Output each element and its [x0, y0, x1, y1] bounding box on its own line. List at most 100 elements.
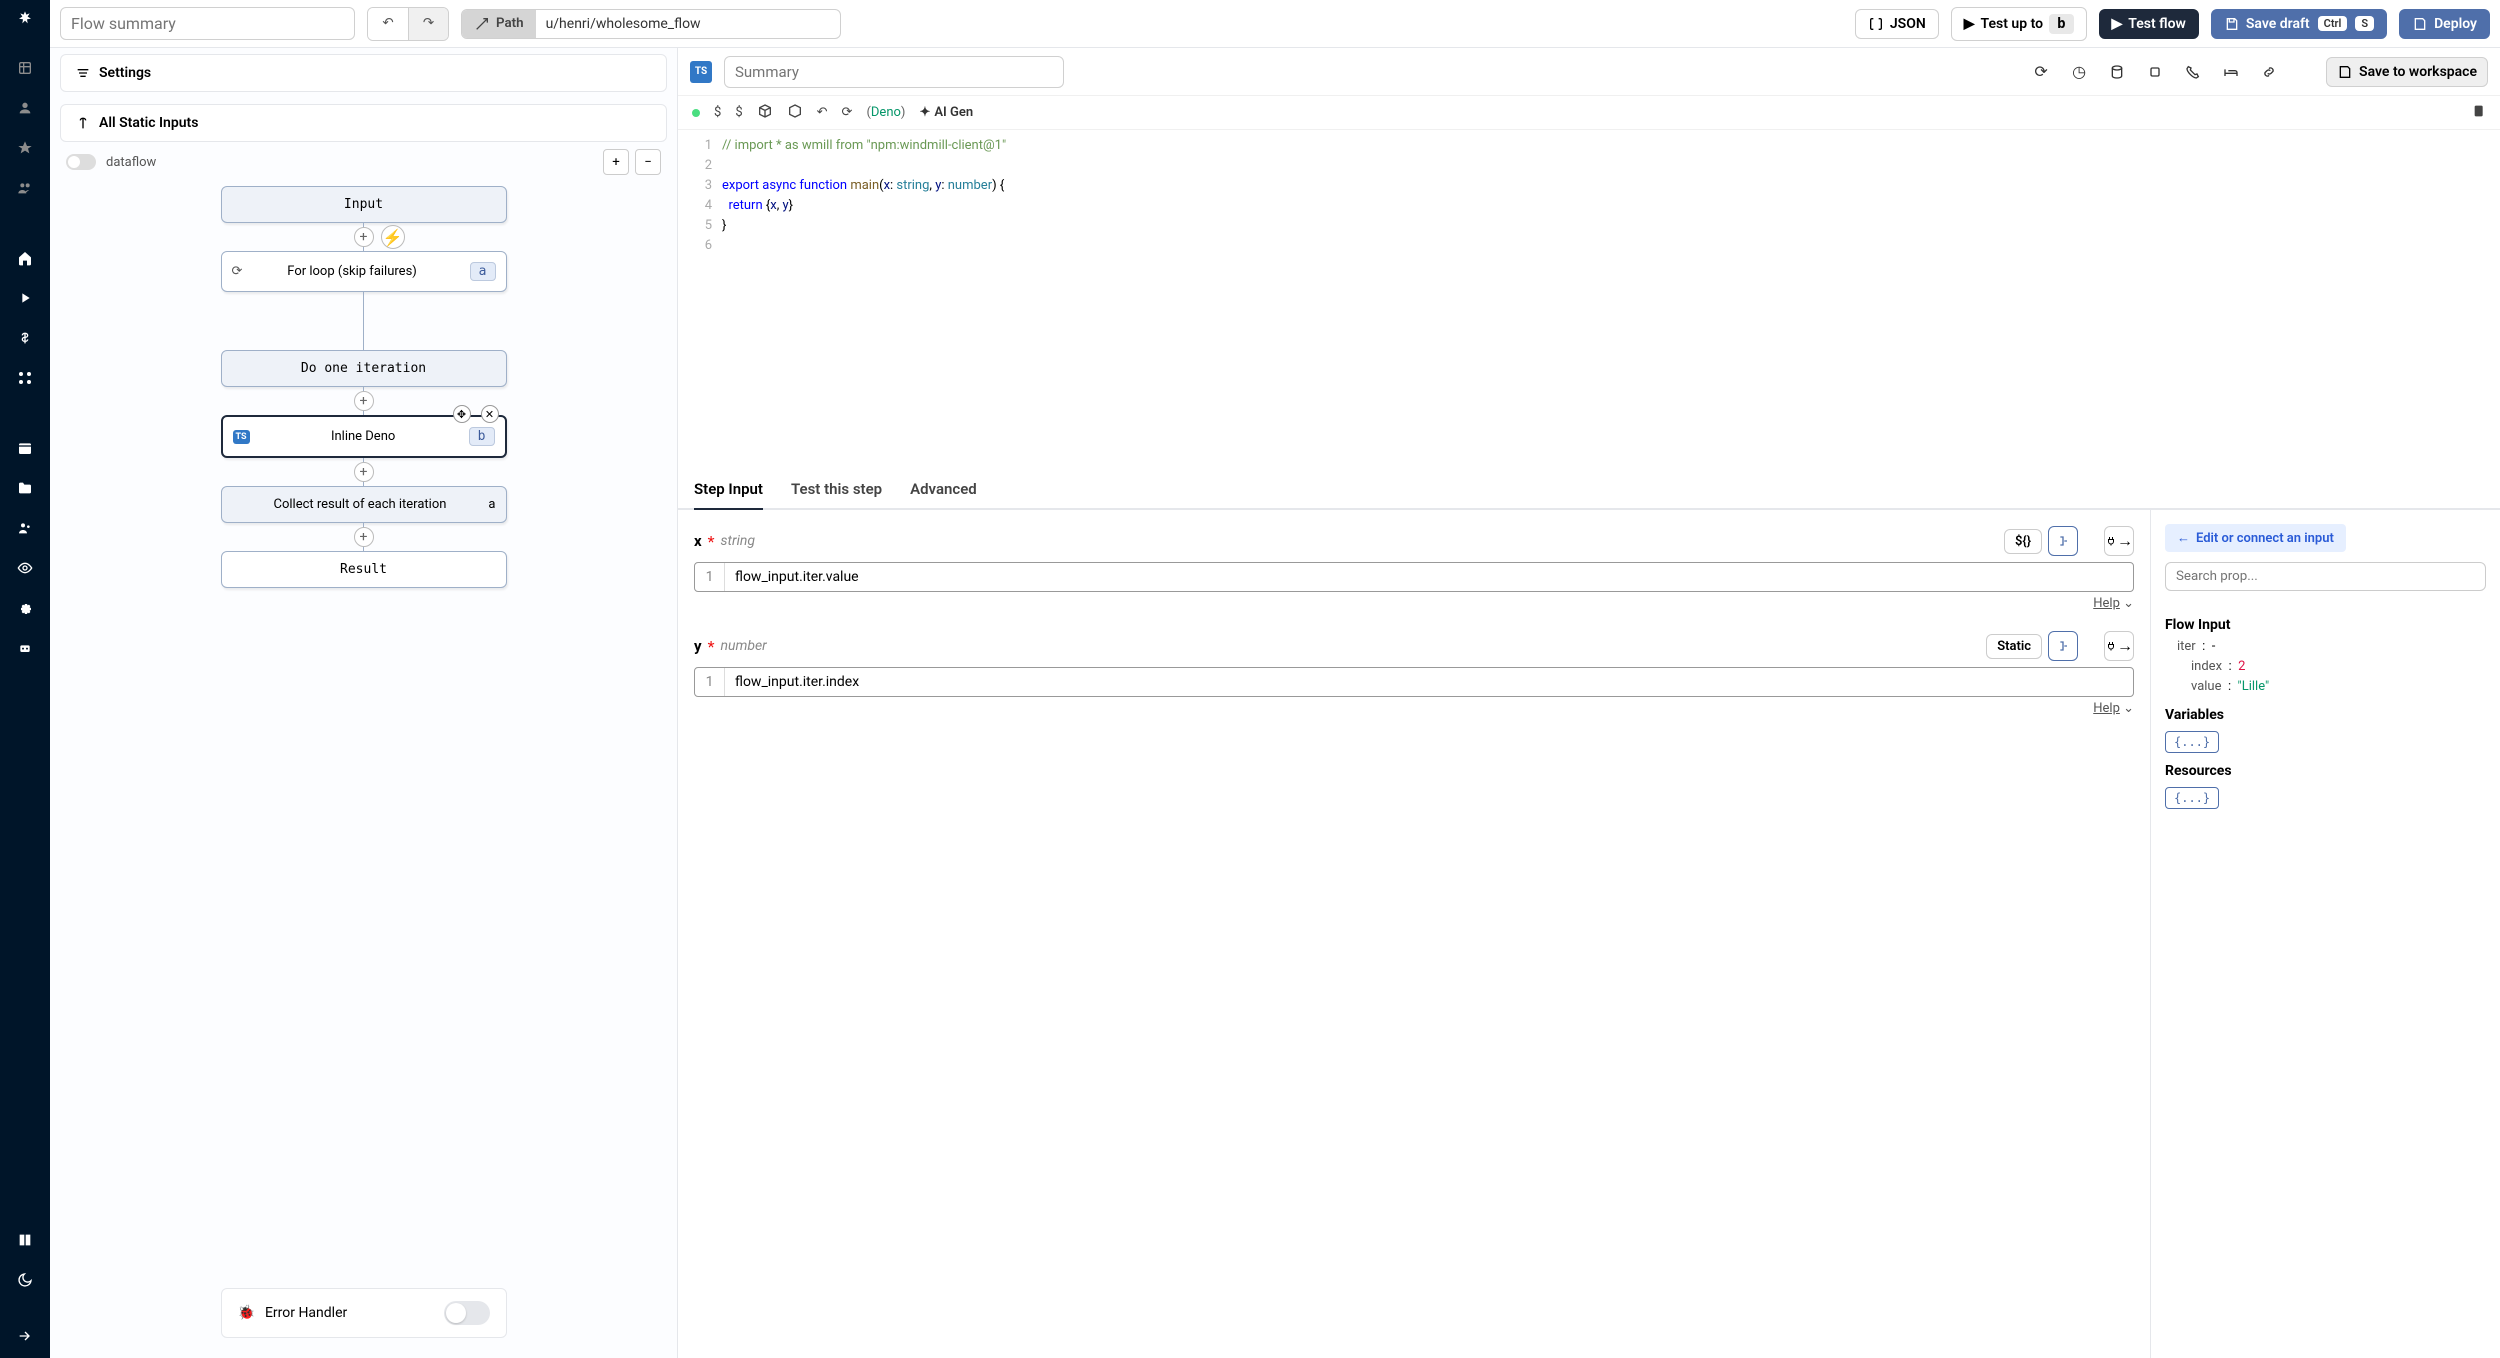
dataflow-toggle[interactable] [66, 154, 96, 170]
redo-button[interactable]: ↷ [408, 8, 448, 40]
code-editor[interactable]: 123456 // import * as wmill from "npm:wi… [678, 130, 2500, 470]
nav-robot-icon[interactable] [1, 630, 49, 666]
refresh-icon[interactable]: ⟳ [2028, 59, 2054, 85]
editor-toolbar: $ $ ↶ ⟳ (Deno) ✦ AI Gen [678, 96, 2500, 130]
cube-icon[interactable] [757, 103, 773, 123]
zoom-out-button[interactable]: − [635, 149, 661, 175]
input-x-value[interactable]: 1 flow_input.iter.value [694, 562, 2134, 592]
nav-gear-icon[interactable] [1, 590, 49, 626]
undo-button[interactable]: ↶ [368, 8, 408, 40]
node-collect-result[interactable]: Collect result of each iteration a [221, 486, 507, 523]
nav-user-icon[interactable] [1, 90, 49, 126]
resources-expand-button[interactable]: {...} [2165, 787, 2219, 809]
node-result[interactable]: Result [221, 551, 507, 588]
dollar-icon[interactable]: $ [714, 105, 721, 120]
zoom-controls: + − [603, 149, 661, 175]
left-pane: Settings All Static Inputs dataflow + − … [50, 48, 678, 1358]
nav-collapse-icon[interactable] [1, 1318, 49, 1354]
plug-connect-button[interactable]: → [2104, 526, 2134, 556]
error-handler-toggle[interactable] [444, 1301, 490, 1325]
sparkle-icon: ✦ [919, 105, 930, 120]
help-link[interactable]: Help ⌄ [694, 592, 2134, 611]
resources-heading: Resources [2165, 763, 2486, 779]
right-pane-header: TS ⟳ ◷ Save to workspace [678, 48, 2500, 96]
zoom-in-button[interactable]: + [603, 149, 629, 175]
save-to-workspace-button[interactable]: Save to workspace [2326, 57, 2488, 87]
node-do-one-iteration[interactable]: Do one iteration [221, 350, 507, 387]
node-input[interactable]: Input [221, 186, 507, 223]
nav-book-icon[interactable] [1, 1222, 49, 1258]
nav-home-icon[interactable] [1, 240, 49, 276]
add-step-button[interactable]: + [354, 527, 374, 547]
settings-row[interactable]: Settings [60, 54, 667, 92]
search-prop-input[interactable] [2165, 562, 2486, 591]
json-button[interactable]: JSON [1855, 9, 1939, 39]
link-icon[interactable] [2256, 59, 2282, 85]
input-y-mode[interactable]: Static [1986, 634, 2042, 659]
path-button[interactable]: Path [462, 10, 536, 38]
db-icon[interactable] [2104, 59, 2130, 85]
tab-step-input[interactable]: Step Input [694, 470, 763, 510]
dollar-icon[interactable]: $ [735, 105, 742, 120]
plug-connect-button[interactable]: → [2104, 631, 2134, 661]
nav-workspace-icon[interactable] [1, 50, 49, 86]
node-inline-deno[interactable]: ✥ ✕ TS Inline Deno b [221, 415, 507, 458]
left-nav [0, 0, 50, 1358]
nav-eye-icon[interactable] [1, 550, 49, 586]
code-content[interactable]: // import * as wmill from "npm:windmill-… [722, 130, 1006, 470]
add-step-button[interactable]: + [354, 462, 374, 482]
nav-calendar-icon[interactable] [1, 430, 49, 466]
topbar: ↶ ↷ Path u/henri/wholesome_flow JSON ▶Te… [50, 0, 2500, 48]
nav-team-icon[interactable] [1, 510, 49, 546]
nav-folder-icon[interactable] [1, 470, 49, 506]
tab-test-step[interactable]: Test this step [791, 470, 882, 510]
bug-icon: 🐞 [238, 1305, 255, 1321]
flow-input-heading: Flow Input [2165, 617, 2486, 633]
cube-icon[interactable] [787, 103, 803, 123]
delete-node-button[interactable]: ✕ [481, 405, 499, 423]
error-handler-row[interactable]: 🐞 Error Handler [221, 1288, 507, 1338]
add-step-button[interactable]: + [354, 227, 374, 247]
flow-summary-input[interactable] [60, 7, 355, 40]
nav-play-icon[interactable] [1, 280, 49, 316]
tab-advanced[interactable]: Advanced [910, 470, 977, 510]
inspect-column: ← Edit or connect an input Flow Input it… [2150, 510, 2500, 1358]
fx-button[interactable] [2048, 526, 2078, 556]
help-link[interactable]: Help ⌄ [694, 697, 2134, 716]
variables-expand-button[interactable]: {...} [2165, 731, 2219, 753]
input-x-mode[interactable]: ${} [2004, 529, 2042, 554]
nav-moon-icon[interactable] [1, 1262, 49, 1298]
path-value: u/henri/wholesome_flow [536, 10, 840, 38]
undo-icon[interactable]: ↶ [817, 105, 828, 120]
fx-button[interactable] [2048, 631, 2078, 661]
timer-icon[interactable]: ◷ [2066, 59, 2092, 85]
ts-icon: TS [233, 430, 250, 444]
undo-redo-group: ↶ ↷ [367, 7, 449, 41]
add-step-button[interactable]: + [354, 391, 374, 411]
phone-icon[interactable] [2180, 59, 2206, 85]
edit-connect-button[interactable]: ← Edit or connect an input [2165, 524, 2346, 552]
nav-star-icon[interactable] [1, 130, 49, 166]
test-flow-button[interactable]: ▶Test flow [2099, 9, 2199, 39]
logo-icon [17, 10, 33, 30]
ai-gen-button[interactable]: ✦ AI Gen [919, 105, 973, 120]
bed-icon[interactable] [2218, 59, 2244, 85]
connector: + [363, 523, 365, 551]
nav-dollar-icon[interactable] [1, 320, 49, 356]
test-up-to-button[interactable]: ▶Test up to b [1951, 7, 2087, 41]
all-static-inputs-row[interactable]: All Static Inputs [60, 104, 667, 142]
move-handle-icon[interactable]: ✥ [453, 405, 471, 423]
nav-resource-icon[interactable] [1, 360, 49, 396]
input-y-value[interactable]: 1 flow_input.iter.index [694, 667, 2134, 697]
input-x-block: x* string ${} → 1 flow_input.iter.value [694, 526, 2134, 611]
step-summary-input[interactable] [724, 56, 1064, 88]
save-draft-button[interactable]: Save draft Ctrl S [2211, 9, 2387, 39]
nav-users-icon[interactable] [1, 170, 49, 206]
stop-icon[interactable] [2142, 59, 2168, 85]
reload-icon[interactable]: ⟳ [842, 105, 853, 120]
node-for-loop[interactable]: ⟳ For loop (skip failures) a [221, 251, 507, 292]
deploy-button[interactable]: Deploy [2399, 9, 2490, 39]
flow-canvas[interactable]: Input + ⚡ ⟳ For loop (skip failures) a D… [50, 176, 677, 1358]
clipboard-icon[interactable] [2470, 103, 2486, 123]
trigger-icon[interactable]: ⚡ [381, 225, 405, 249]
